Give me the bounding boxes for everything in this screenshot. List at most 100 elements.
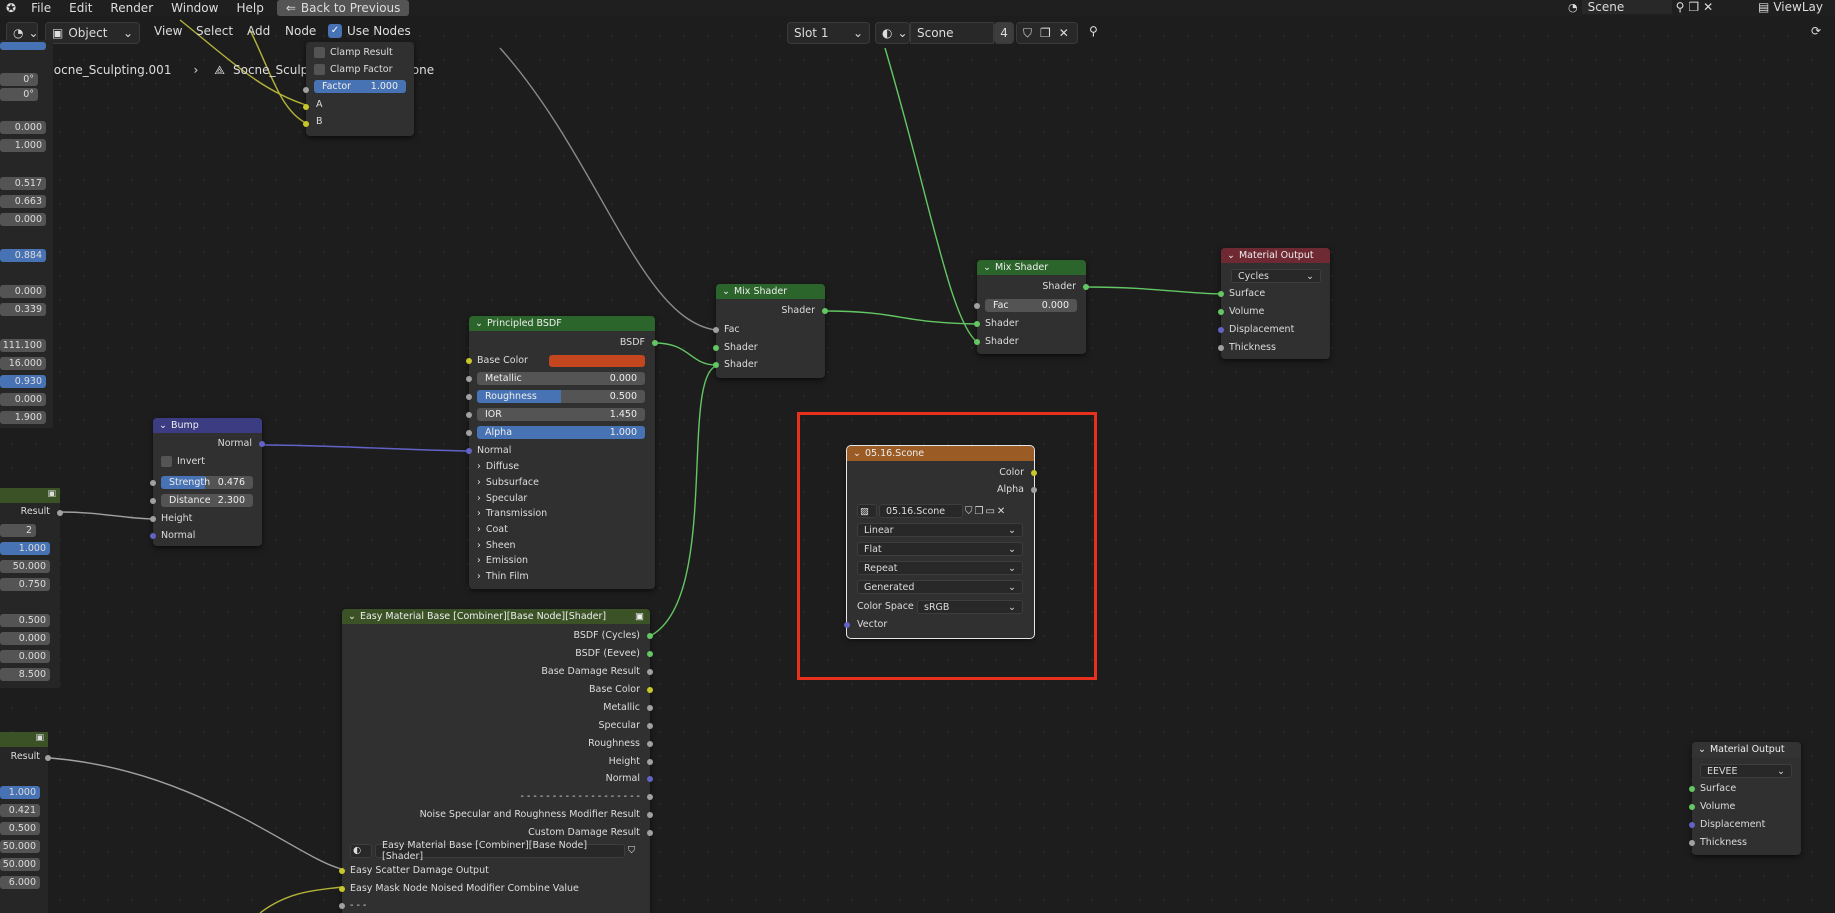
value-field[interactable]: 0° [0, 88, 38, 101]
socket[interactable] [1689, 822, 1695, 828]
duplicate-icon[interactable]: ❐ [1040, 26, 1051, 40]
value-field[interactable]: 0.000 [0, 393, 46, 406]
material-name-field[interactable]: Scone [910, 22, 994, 44]
menu-node[interactable]: Node [285, 24, 316, 38]
value-field[interactable]: 0.000 [0, 213, 46, 226]
new-scene-icon[interactable]: ❐ [1688, 0, 1699, 14]
socket[interactable] [647, 830, 653, 836]
socket[interactable] [466, 358, 472, 364]
node-header[interactable]: ⌄ Mix Shader [977, 260, 1086, 275]
menu-select[interactable]: Select [196, 24, 233, 38]
material-output-eevee-node[interactable]: ⌄ Material Output EEVEE ⌄ Surface Volume D… [1689, 742, 1801, 855]
value-field[interactable]: 1.000 [0, 786, 40, 799]
value-field[interactable]: 0° [0, 73, 38, 86]
panel-sheen[interactable]: › Sheen [469, 538, 655, 553]
value-field[interactable]: 1.900 [0, 411, 46, 424]
strength-field[interactable]: Strength 0.476 [161, 476, 253, 489]
socket[interactable] [647, 651, 653, 657]
socket[interactable] [303, 104, 309, 110]
panel-coat[interactable]: › Coat [469, 522, 655, 537]
socket[interactable] [713, 327, 719, 333]
node-header[interactable]: ▣ [0, 732, 48, 747]
scene-selector[interactable]: ◔ Scene ⚲ ❐ ✕ [1568, 0, 1713, 14]
value-field[interactable]: 50.000 [0, 840, 40, 853]
socket[interactable] [466, 448, 472, 454]
panel-thin-film[interactable]: › Thin Film [469, 569, 655, 584]
socket[interactable] [150, 480, 156, 486]
panel-subsurface[interactable]: › Subsurface [469, 475, 655, 490]
fake-user-shield-icon[interactable]: ⛉ [628, 845, 635, 856]
socket[interactable] [713, 345, 719, 351]
mix-shader-node-1[interactable]: ⌄ Mix Shader Shader Fac Shader Shader [713, 284, 828, 378]
material-browse-button[interactable]: ◐ ⌄ [875, 22, 910, 44]
value-field[interactable]: 0.663 [0, 195, 46, 208]
panel-emission[interactable]: › Emission [469, 553, 655, 568]
value-field[interactable]: 1.000 [0, 139, 46, 152]
menu-window[interactable]: Window [162, 1, 227, 15]
panel-transmission[interactable]: › Transmission [469, 506, 655, 521]
socket[interactable] [339, 903, 345, 909]
socket[interactable] [1689, 786, 1695, 792]
socket[interactable] [150, 533, 156, 539]
pin-icon[interactable]: ⚲ [1676, 0, 1685, 14]
value-field[interactable]: 0.000 [0, 285, 46, 298]
socket[interactable] [1083, 284, 1089, 290]
value-field[interactable]: 0.500 [0, 614, 50, 627]
menu-edit[interactable]: Edit [60, 1, 101, 15]
socket[interactable] [1689, 804, 1695, 810]
options-icon[interactable]: ⟳ [1811, 24, 1821, 38]
value-field[interactable]: 0.000 [0, 632, 50, 645]
value-field[interactable]: 6.000 [0, 876, 40, 889]
material-output-cycles-node[interactable]: ⌄ Material Output Cycles ⌄ Surface Volume … [1218, 248, 1330, 359]
socket[interactable] [303, 87, 309, 93]
socket[interactable] [647, 812, 653, 818]
factor-field[interactable]: Factor 1.000 [314, 80, 406, 93]
socket[interactable] [150, 498, 156, 504]
value-field[interactable]: 111.100 [0, 339, 46, 352]
value-field[interactable]: 0.339 [0, 303, 46, 316]
value-field[interactable]: 2 [0, 524, 36, 537]
value-field[interactable]: 0.421 [0, 804, 40, 817]
socket[interactable] [647, 741, 653, 747]
value-field[interactable]: 16.000 [0, 357, 46, 370]
checkbox-icon[interactable] [314, 47, 325, 58]
viewlayer-selector[interactable]: ▤ ViewLay [1758, 0, 1823, 14]
node-header[interactable]: ⌄ Easy Material Base [Combiner][Base Node… [342, 609, 650, 624]
easy-material-base-node[interactable]: ⌄ Easy Material Base [Combiner][Base Node… [339, 609, 653, 913]
shader-type-select[interactable]: ▣ Object ⌄ [45, 22, 140, 44]
socket[interactable] [303, 121, 309, 127]
panel-diffuse[interactable]: › Diffuse [469, 459, 655, 474]
value-field[interactable]: 0.500 [0, 822, 40, 835]
socket[interactable] [974, 303, 980, 309]
fake-user-shield-icon[interactable]: ⛉ [1023, 26, 1032, 41]
node-header[interactable]: ⌄ Material Output [1221, 248, 1330, 263]
value-field[interactable]: 1.000 [0, 542, 50, 555]
roughness-field[interactable]: Roughness 0.500 [477, 390, 645, 403]
value-field[interactable]: 0.000 [0, 650, 50, 663]
use-nodes-toggle[interactable]: ✓ Use Nodes [328, 24, 411, 38]
socket[interactable] [57, 510, 63, 516]
socket[interactable] [1218, 327, 1224, 333]
socket[interactable] [822, 308, 828, 314]
socket[interactable] [1218, 345, 1224, 351]
render-target-select[interactable]: Cycles ⌄ [1231, 269, 1321, 283]
socket[interactable] [466, 376, 472, 382]
blender-logo-icon[interactable]: ✪ [0, 1, 22, 15]
node-tree-browse-button[interactable]: ◐ [350, 843, 372, 858]
pin-icon[interactable]: ⚲ [1089, 24, 1098, 38]
distance-field[interactable]: Distance 2.300 [161, 494, 253, 507]
menu-add[interactable]: Add [247, 24, 270, 38]
value-field[interactable]: 0.000 [0, 121, 46, 134]
socket[interactable] [1218, 309, 1224, 315]
menu-file[interactable]: File [22, 1, 60, 15]
mix-node[interactable]: Clamp Result Clamp Factor Factor 1.000 A … [303, 42, 414, 136]
fac-field[interactable]: Fac 0.000 [985, 299, 1077, 312]
menu-render[interactable]: Render [101, 1, 162, 15]
socket[interactable] [647, 669, 653, 675]
node-group-icon[interactable]: ▣ [635, 611, 644, 622]
socket[interactable] [339, 886, 345, 892]
mix-shader-node-2[interactable]: ⌄ Mix Shader Shader Fac 0.000 Shader Shade… [974, 260, 1089, 354]
bump-node[interactable]: ⌄ Bump Normal Invert Strength 0.476 Distan… [150, 418, 265, 546]
socket[interactable] [647, 633, 653, 639]
socket[interactable] [647, 705, 653, 711]
